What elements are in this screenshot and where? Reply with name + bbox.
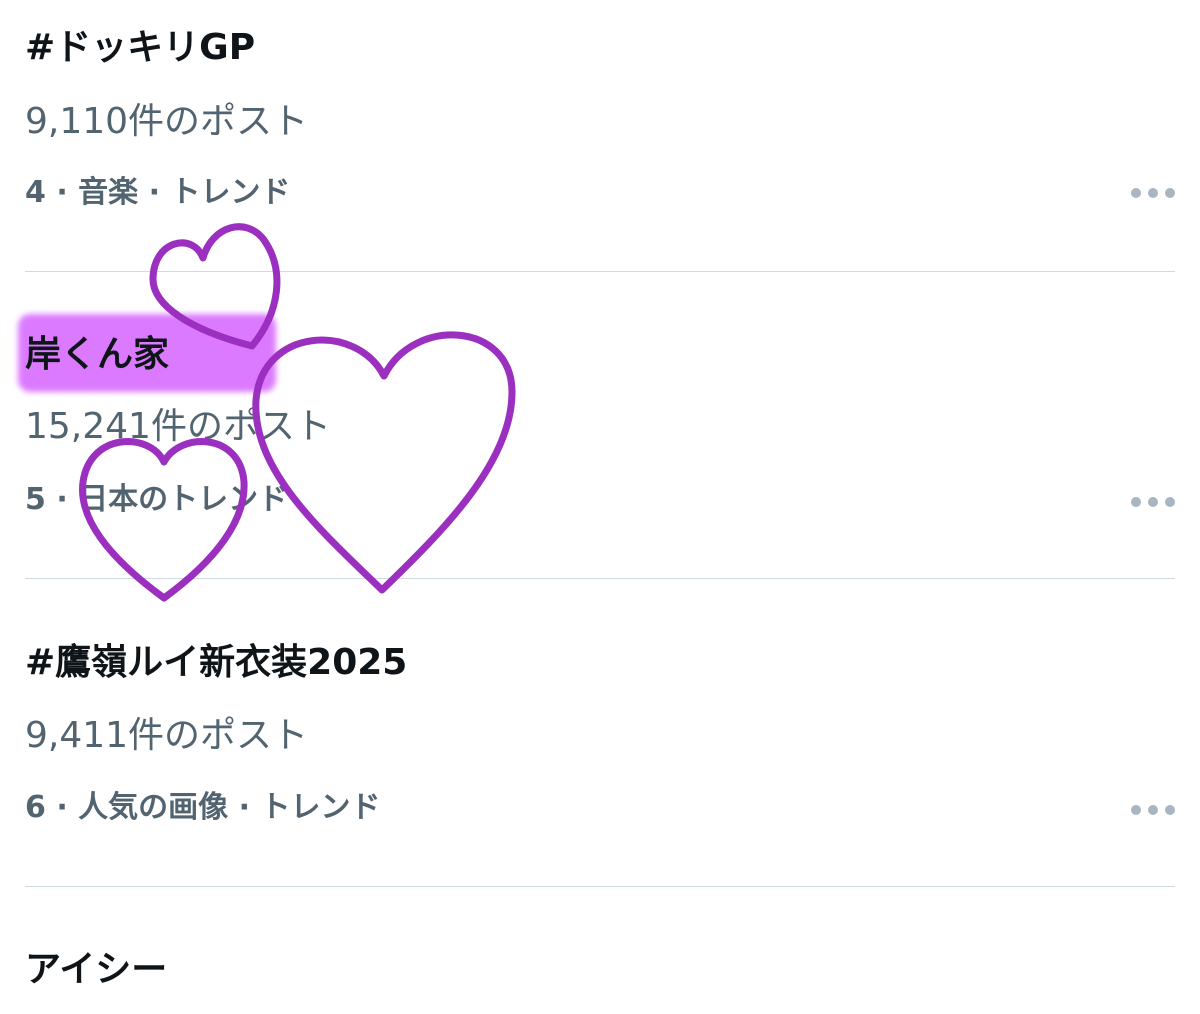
- trend-post-count: 9,110件のポスト: [25, 101, 309, 142]
- trend-item[interactable]: #鷹嶺ルイ新衣装2025 9,411件のポスト 6 · 人気の画像 · トレンド: [25, 579, 1175, 886]
- more-options-button[interactable]: [1119, 487, 1175, 517]
- trend-context: 4 · 音楽 · トレンド: [25, 175, 291, 210]
- trends-list: #ドッキリGP 9,110件のポスト 4 · 音楽 · トレンド 岸くん家 15…: [0, 0, 1200, 1014]
- trend-title: 岸くん家: [25, 334, 170, 375]
- trend-post-count: 15,241件のポスト: [25, 406, 331, 447]
- trend-title: アイシー: [25, 949, 168, 990]
- trend-item[interactable]: #ドッキリGP 9,110件のポスト 4 · 音楽 · トレンド: [25, 0, 1175, 272]
- more-dot-icon: [1131, 805, 1141, 815]
- trend-post-count: 9,411件のポスト: [25, 715, 309, 756]
- more-options-button[interactable]: [1119, 178, 1175, 208]
- trend-item[interactable]: 岸くん家 15,241件のポスト 5 · 日本のトレンド: [25, 272, 1175, 579]
- more-dot-icon: [1148, 188, 1158, 198]
- trend-context: 5 · 日本のトレンド: [25, 482, 289, 517]
- more-dot-icon: [1165, 188, 1175, 198]
- more-dot-icon: [1165, 805, 1175, 815]
- more-options-button[interactable]: [1119, 795, 1175, 825]
- more-dot-icon: [1131, 497, 1141, 507]
- more-dot-icon: [1165, 497, 1175, 507]
- more-dot-icon: [1148, 497, 1158, 507]
- trend-title: #鷹嶺ルイ新衣装2025: [25, 642, 408, 683]
- trend-title: #ドッキリGP: [25, 27, 256, 68]
- more-dot-icon: [1148, 805, 1158, 815]
- trend-context: 6 · 人気の画像 · トレンド: [25, 790, 381, 825]
- trend-item[interactable]: アイシー: [25, 887, 1175, 1014]
- more-dot-icon: [1131, 188, 1141, 198]
